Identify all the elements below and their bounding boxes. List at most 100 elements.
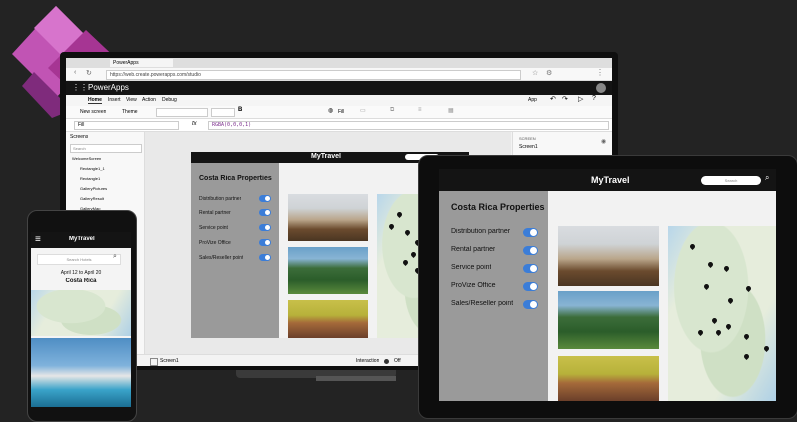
map-pin[interactable] bbox=[688, 242, 697, 251]
map-pin[interactable] bbox=[742, 352, 751, 361]
tablet-topbar: MyTravel Search ⌕ bbox=[439, 169, 776, 191]
back-icon[interactable]: ‹ bbox=[74, 69, 76, 76]
map-pin[interactable] bbox=[387, 222, 396, 231]
tree-item[interactable]: WelcomeScreen bbox=[72, 156, 138, 161]
group-icon[interactable]: ▦ bbox=[448, 107, 454, 114]
phone-search-input[interactable]: Search Hotels bbox=[37, 254, 121, 265]
property-dropdown[interactable]: Fill bbox=[74, 121, 179, 130]
tablet-section-title: Costa Rica Properties bbox=[451, 202, 545, 212]
phone-destination: Costa Rica bbox=[65, 278, 97, 284]
redo-icon[interactable]: ↷ bbox=[562, 95, 568, 103]
map-pin[interactable] bbox=[714, 328, 723, 337]
toggle-label: Rental partner bbox=[199, 210, 231, 216]
properties-screen-name: Screen1 bbox=[519, 144, 538, 150]
toggle-label: Distribution partner bbox=[199, 196, 242, 202]
tab-action[interactable]: Action bbox=[142, 97, 156, 103]
toggle-rental-partner[interactable] bbox=[523, 246, 538, 255]
phone-search-icon[interactable]: ⌕ bbox=[113, 253, 117, 261]
bold-icon[interactable]: B bbox=[238, 107, 242, 113]
theme-button[interactable]: Theme bbox=[122, 109, 138, 115]
map-pin[interactable] bbox=[726, 296, 735, 305]
tree-item[interactable]: Rectangle1_1 bbox=[80, 166, 138, 171]
tab-view[interactable]: View bbox=[126, 97, 137, 103]
fill-icon[interactable]: ◍ bbox=[328, 107, 333, 114]
property-photo[interactable] bbox=[558, 291, 659, 349]
map-pin[interactable] bbox=[409, 250, 418, 259]
map-pin[interactable] bbox=[742, 332, 751, 341]
new-screen-button[interactable]: New screen bbox=[80, 109, 106, 115]
tab-home[interactable]: Home bbox=[88, 97, 102, 104]
map-pin[interactable] bbox=[401, 258, 410, 267]
toggle-provize-office[interactable] bbox=[523, 282, 538, 291]
tablet-app-title: MyTravel bbox=[591, 175, 630, 185]
phone-map[interactable] bbox=[31, 290, 131, 336]
map-pin[interactable] bbox=[762, 344, 771, 353]
tree-item[interactable]: Rectangle1 bbox=[80, 176, 138, 181]
map-pin[interactable] bbox=[744, 284, 753, 293]
app-button[interactable]: App bbox=[528, 97, 537, 103]
toggle-distribution-partner[interactable] bbox=[523, 228, 538, 237]
formula-bar: Fill fx RGBA(0,0,0,1) bbox=[66, 119, 612, 132]
toggle-sales-reseller-point[interactable] bbox=[259, 254, 271, 261]
eye-icon[interactable]: ◉ bbox=[601, 138, 606, 145]
url-field[interactable]: https://web.create.powerapps.com/studio bbox=[106, 70, 521, 80]
refresh-icon[interactable]: ↻ bbox=[86, 69, 92, 77]
tablet-search-input[interactable]: Search bbox=[701, 176, 761, 185]
tree-search[interactable]: Search bbox=[70, 144, 142, 153]
fill-button[interactable]: Fill bbox=[338, 109, 344, 115]
toggle-service-point[interactable] bbox=[259, 224, 271, 231]
toggle-label: Sales/Reseller point bbox=[451, 300, 514, 307]
star-icon[interactable]: ☆ bbox=[532, 69, 538, 77]
tablet-search-icon[interactable]: ⌕ bbox=[765, 173, 769, 183]
map-pin[interactable] bbox=[706, 260, 715, 269]
toggle-rental-partner[interactable] bbox=[259, 209, 271, 216]
settings-icon[interactable]: ⚙ bbox=[546, 69, 552, 77]
tab-debug[interactable]: Debug bbox=[162, 97, 177, 103]
tree-item[interactable]: GalleryResult bbox=[80, 196, 138, 201]
map-pin[interactable] bbox=[722, 264, 731, 273]
map-pin[interactable] bbox=[403, 228, 412, 237]
property-map[interactable] bbox=[668, 226, 776, 401]
hamburger-icon[interactable]: ≡ bbox=[35, 234, 41, 246]
waffle-icon[interactable]: ⋮⋮ bbox=[72, 83, 88, 92]
phone-hotel-photo[interactable] bbox=[31, 338, 131, 407]
map-pin[interactable] bbox=[696, 328, 705, 337]
reorder-icon[interactable]: ⧉ bbox=[390, 107, 394, 114]
border-icon[interactable]: ▭ bbox=[360, 107, 366, 114]
map-pin[interactable] bbox=[702, 282, 711, 291]
tree-item[interactable]: GalleryPictures bbox=[80, 186, 138, 191]
toggle-label: Rental partner bbox=[451, 246, 496, 253]
status-interaction: Interaction bbox=[356, 358, 380, 364]
tab-insert[interactable]: Insert bbox=[108, 97, 121, 103]
property-photo[interactable] bbox=[288, 247, 368, 294]
toggle-service-point[interactable] bbox=[523, 264, 538, 273]
browser-tab[interactable]: PowerApps bbox=[110, 59, 173, 67]
fx-label: fx bbox=[192, 121, 197, 127]
undo-icon[interactable]: ↶ bbox=[550, 95, 556, 103]
map-pin[interactable] bbox=[395, 210, 404, 219]
browser-tab-bar: PowerApps bbox=[66, 58, 612, 68]
align-icon[interactable]: ≡ bbox=[418, 107, 422, 113]
font-dropdown[interactable] bbox=[156, 108, 208, 117]
map-pin[interactable] bbox=[710, 316, 719, 325]
studio-header: ⋮⋮ PowerApps bbox=[66, 81, 612, 95]
property-photo[interactable] bbox=[558, 226, 659, 286]
map-pin[interactable] bbox=[724, 322, 733, 331]
toggle-label: ProVize Office bbox=[451, 282, 496, 289]
tree-title: Screens bbox=[70, 134, 89, 140]
app-sidebar: Costa Rica Properties Distribution partn… bbox=[191, 163, 279, 338]
property-photo[interactable] bbox=[558, 356, 659, 401]
toggle-sales-reseller-point[interactable] bbox=[523, 300, 538, 309]
font-size-dropdown[interactable] bbox=[211, 108, 235, 117]
property-photo[interactable] bbox=[288, 300, 368, 338]
menu-icon[interactable]: ⋮ bbox=[596, 68, 604, 77]
toggle-provize-office[interactable] bbox=[259, 239, 271, 246]
play-icon[interactable]: ▷ bbox=[578, 95, 583, 103]
interaction-toggle[interactable] bbox=[384, 359, 389, 364]
toggle-distribution-partner[interactable] bbox=[259, 195, 271, 202]
screen-checkbox[interactable] bbox=[150, 358, 158, 366]
help-icon[interactable]: ? bbox=[592, 95, 596, 102]
formula-input[interactable]: RGBA(0,0,0,1) bbox=[208, 121, 609, 130]
user-avatar-icon[interactable] bbox=[596, 83, 606, 93]
property-photo[interactable] bbox=[288, 194, 368, 241]
